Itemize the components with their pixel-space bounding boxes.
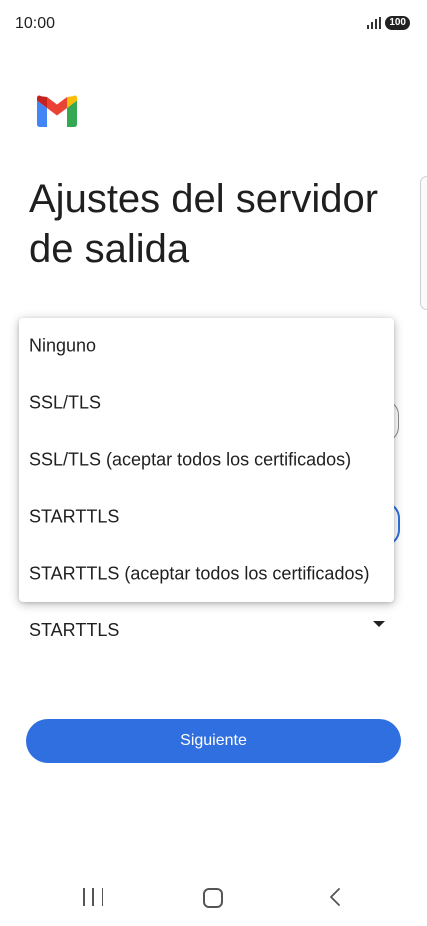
page-title: Ajustes del servidor de salida — [29, 177, 379, 271]
caret-down-icon[interactable] — [373, 621, 385, 627]
next-button[interactable]: Siguiente — [26, 719, 401, 763]
menu-item-ssl-tls-accept-all[interactable]: SSL/TLS (aceptar todos los certificados) — [19, 432, 394, 488]
gmail-logo-icon — [37, 95, 77, 127]
status-bar: 10:00 100 — [0, 0, 427, 52]
recents-icon[interactable] — [83, 888, 103, 906]
status-time: 10:00 — [15, 15, 56, 32]
edge-panel-handle[interactable] — [420, 176, 427, 310]
security-type-select[interactable]: STARTTLS — [29, 616, 389, 646]
menu-item-label: SSL/TLS (aceptar todos los certificados) — [29, 449, 352, 470]
security-options-menu: Ninguno SSL/TLS SSL/TLS (aceptar todos l… — [19, 318, 394, 602]
status-indicators: 100 — [367, 16, 410, 30]
menu-item-starttls-accept-all[interactable]: STARTTLS (aceptar todos los certificados… — [19, 546, 394, 602]
security-type-value: STARTTLS — [29, 620, 120, 640]
menu-item-label: STARTTLS — [29, 506, 120, 527]
back-icon[interactable] — [326, 887, 346, 907]
signal-bars-icon — [367, 17, 382, 29]
menu-item-label: SSL/TLS — [29, 392, 102, 413]
menu-item-ssl-tls[interactable]: SSL/TLS — [19, 375, 394, 431]
battery-badge: 100 — [385, 16, 410, 30]
system-nav-bar — [0, 870, 427, 926]
home-icon[interactable] — [203, 888, 223, 908]
menu-item-ninguno[interactable]: Ninguno — [19, 318, 394, 374]
menu-item-label: Ninguno — [29, 335, 97, 356]
menu-item-label: STARTTLS (aceptar todos los certificados… — [29, 563, 370, 584]
menu-item-starttls[interactable]: STARTTLS — [19, 489, 394, 545]
